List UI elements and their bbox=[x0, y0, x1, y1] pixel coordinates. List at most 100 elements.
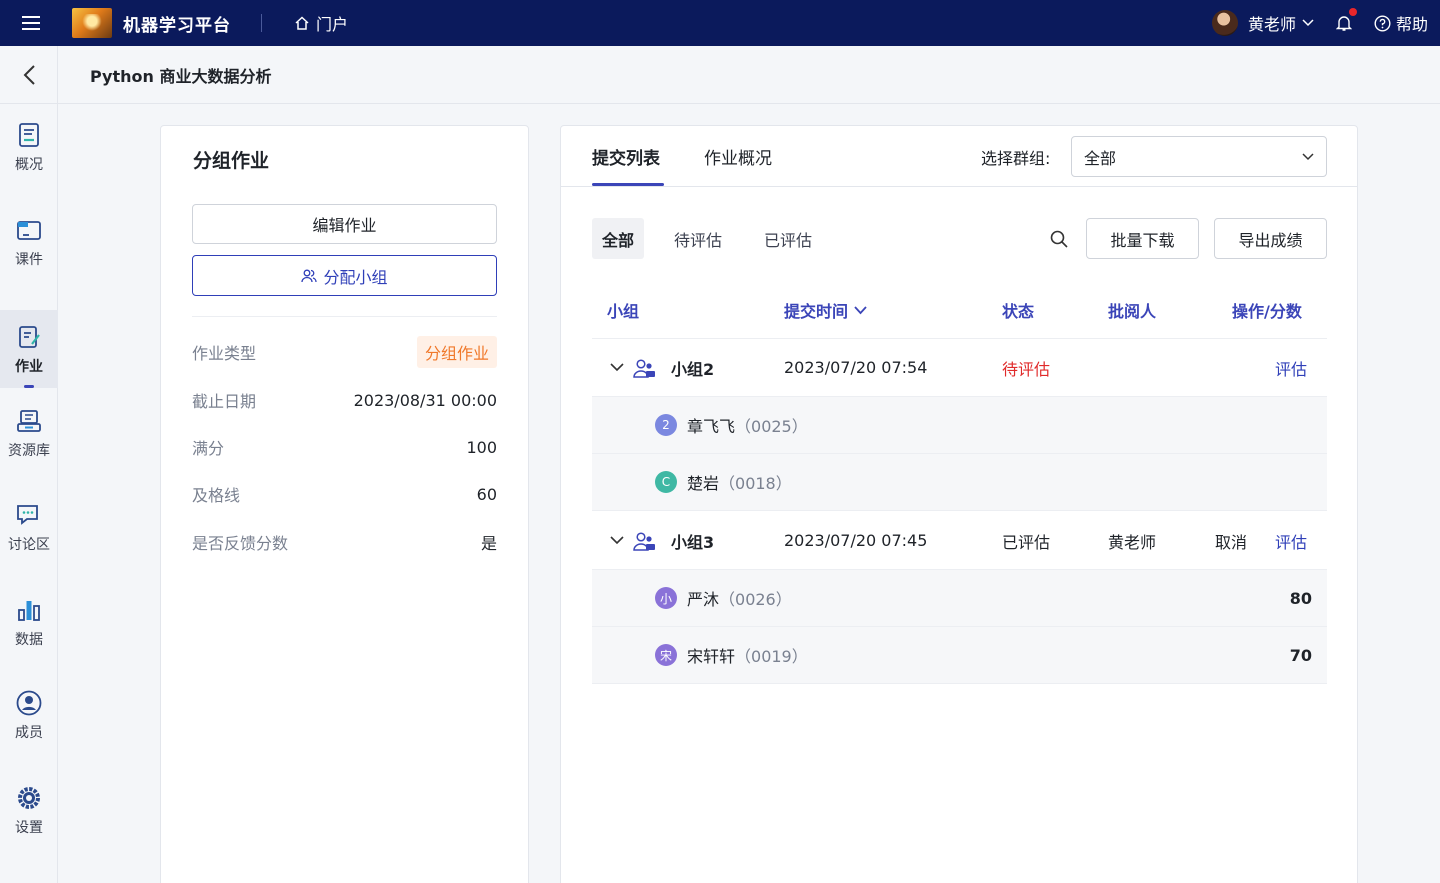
edit-assignment-button[interactable]: 编辑作业 bbox=[192, 204, 497, 244]
divider bbox=[261, 14, 262, 32]
group-filter-select[interactable]: 全部 bbox=[1071, 136, 1327, 177]
sub-header: Python 商业大数据分析 bbox=[0, 45, 1440, 104]
member-row: 宋 宋轩轩（0019） 70 bbox=[592, 627, 1327, 684]
tab-submission-list[interactable]: 提交列表 bbox=[592, 144, 660, 169]
filter-pending[interactable]: 待评估 bbox=[674, 218, 722, 259]
tab-bar: 提交列表 作业概况 选择群组: 全部 bbox=[561, 126, 1357, 187]
group-icon bbox=[633, 531, 655, 551]
users-icon bbox=[301, 269, 318, 282]
chevron-down-icon[interactable] bbox=[610, 363, 624, 372]
submission-time: 2023/07/20 07:54 bbox=[784, 358, 928, 377]
member-id: （0019） bbox=[735, 647, 808, 666]
group-filter-label: 选择群组: bbox=[981, 149, 1051, 168]
chevron-down-icon bbox=[1302, 152, 1314, 160]
chevron-down-icon bbox=[1302, 19, 1314, 27]
assign-group-button[interactable]: 分配小组 bbox=[192, 255, 497, 296]
notification-button[interactable] bbox=[1334, 8, 1357, 33]
info-value: 是 bbox=[480, 534, 497, 553]
search-icon[interactable] bbox=[1049, 229, 1069, 249]
nav-label: 成员 bbox=[15, 724, 43, 741]
info-key: 及格线 bbox=[192, 486, 241, 505]
info-row-feedback: 是否反馈分数 是 bbox=[192, 530, 497, 554]
user-name: 黄老师 bbox=[1247, 15, 1296, 34]
help-label: 帮助 bbox=[1395, 15, 1428, 34]
member-row: C 楚岩（0018） bbox=[592, 454, 1327, 511]
info-row-pass-line: 及格线 60 bbox=[192, 482, 497, 506]
member-score: 80 bbox=[1289, 588, 1312, 608]
question-icon bbox=[1374, 14, 1391, 32]
member-avatar: 宋 bbox=[655, 644, 677, 666]
nav-item-courseware[interactable]: 课件 bbox=[0, 203, 58, 281]
assignment-title: 分组作业 bbox=[193, 150, 270, 172]
nav-item-assignment[interactable]: 作业 bbox=[0, 310, 58, 388]
portal-link[interactable]: 门户 bbox=[294, 11, 348, 35]
group-name: 小组2 bbox=[671, 359, 715, 379]
member-row: 小 严沐（0026） 80 bbox=[592, 570, 1327, 627]
nav-label: 概况 bbox=[15, 156, 43, 173]
filter-all[interactable]: 全部 bbox=[592, 218, 645, 259]
chevron-down-icon[interactable] bbox=[610, 536, 624, 545]
group-row: 小组3 2023/07/20 07:45 已评估 黄老师 取消 评估 bbox=[592, 512, 1327, 569]
nav-item-data[interactable]: 数据 bbox=[0, 583, 58, 661]
info-row-deadline: 截止日期 2023/08/31 00:00 bbox=[192, 388, 497, 412]
filter-evaluated[interactable]: 已评估 bbox=[764, 218, 812, 259]
resource-icon bbox=[17, 409, 41, 432]
column-header-label: 提交时间 bbox=[784, 302, 849, 321]
settings-icon bbox=[18, 786, 40, 809]
nav-item-resources[interactable]: 资源库 bbox=[0, 394, 58, 472]
cancel-link[interactable]: 取消 bbox=[1215, 529, 1247, 553]
app-logo[interactable] bbox=[72, 8, 112, 38]
group-filter-value: 全部 bbox=[1084, 148, 1117, 168]
nav-item-members[interactable]: 成员 bbox=[0, 676, 58, 754]
help-link[interactable]: 帮助 bbox=[1374, 11, 1428, 35]
nav-item-discussion[interactable]: 讨论区 bbox=[0, 488, 58, 566]
evaluate-link[interactable]: 评估 bbox=[1275, 356, 1307, 380]
member-row: 2 章飞飞（0025） bbox=[592, 397, 1327, 454]
member-avatar: C bbox=[655, 471, 677, 493]
group-row: 小组2 2023/07/20 07:54 待评估 评估 bbox=[592, 339, 1327, 396]
member-id: （0026） bbox=[719, 590, 792, 609]
reviewer-name: 黄老师 bbox=[1108, 532, 1157, 552]
nav-label: 资源库 bbox=[8, 442, 50, 459]
active-tab-indicator bbox=[592, 183, 664, 186]
group-name: 小组3 bbox=[671, 532, 715, 552]
member-id: （0025） bbox=[735, 417, 808, 436]
menu-button[interactable] bbox=[0, 0, 62, 46]
info-value: 60 bbox=[476, 484, 497, 504]
export-scores-button[interactable]: 导出成绩 bbox=[1214, 218, 1327, 259]
member-avatar: 小 bbox=[655, 587, 677, 609]
info-row-type: 作业类型 分组作业 bbox=[192, 336, 497, 368]
submission-time: 2023/07/20 07:45 bbox=[784, 531, 928, 550]
status-evaluated: 已评估 bbox=[1002, 532, 1051, 552]
info-key: 满分 bbox=[192, 439, 225, 458]
nav-label: 设置 bbox=[15, 819, 43, 836]
member-name-text: 楚岩 bbox=[687, 474, 720, 493]
app-title[interactable]: 机器学习平台 bbox=[123, 11, 231, 36]
batch-download-button[interactable]: 批量下载 bbox=[1086, 218, 1199, 259]
chevron-left-icon bbox=[23, 64, 35, 85]
column-header-time[interactable]: 提交时间 bbox=[784, 298, 867, 322]
export-scores-label: 导出成绩 bbox=[1238, 230, 1303, 250]
back-button[interactable] bbox=[0, 45, 58, 104]
nav-label: 课件 bbox=[15, 251, 43, 268]
member-name: 宋轩轩（0019） bbox=[687, 643, 808, 667]
tab-assignment-overview[interactable]: 作业概况 bbox=[704, 144, 772, 169]
assignment-type-tag: 分组作业 bbox=[416, 336, 497, 368]
nav-item-settings[interactable]: 设置 bbox=[0, 771, 58, 849]
notification-dot bbox=[1348, 8, 1357, 16]
info-key: 作业类型 bbox=[192, 344, 257, 363]
member-id: （0018） bbox=[719, 474, 792, 493]
evaluate-link[interactable]: 评估 bbox=[1275, 529, 1307, 553]
info-row-full-score: 满分 100 bbox=[192, 435, 497, 459]
column-header-action-score: 操作/分数 bbox=[1232, 302, 1302, 321]
nav-item-overview[interactable]: 概况 bbox=[0, 108, 58, 186]
member-score: 70 bbox=[1289, 645, 1312, 665]
column-header-reviewer: 批阅人 bbox=[1108, 302, 1157, 321]
user-avatar[interactable] bbox=[1211, 10, 1238, 36]
assignment-info-card: 分组作业 编辑作业 分配小组 作业类型 分组作业 截止日期 2023/08/31… bbox=[160, 125, 529, 883]
status-pending: 待评估 bbox=[1002, 359, 1051, 379]
data-icon bbox=[18, 600, 40, 621]
info-key: 是否反馈分数 bbox=[192, 534, 289, 553]
courseware-icon bbox=[17, 220, 41, 240]
user-menu[interactable]: 黄老师 bbox=[1248, 11, 1314, 35]
